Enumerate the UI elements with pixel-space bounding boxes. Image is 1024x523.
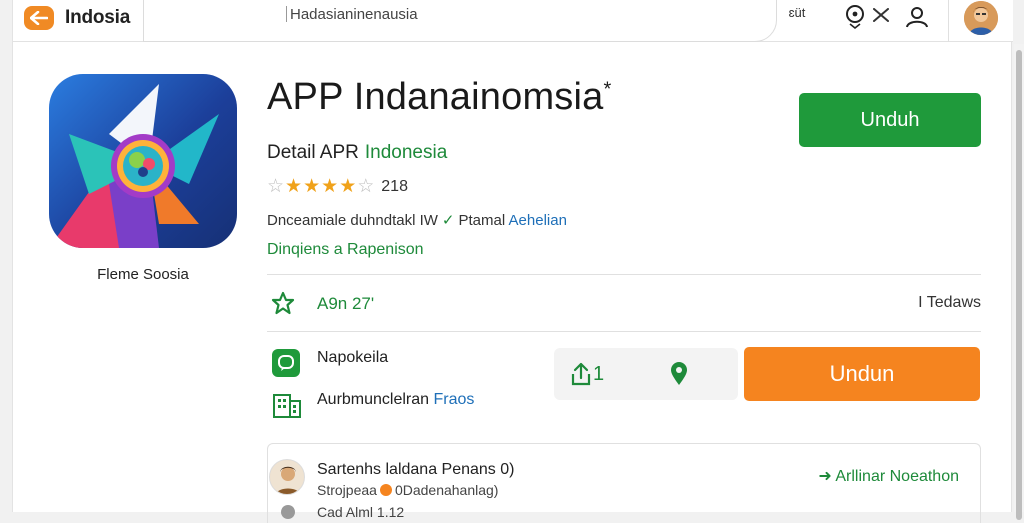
search-icon[interactable] [843, 4, 869, 30]
share-button[interactable]: 1 [570, 360, 610, 388]
app-title: APP Indanainomsia* [267, 76, 611, 119]
check-icon: ✓ [441, 212, 455, 229]
install-button[interactable]: Unduh [799, 93, 981, 147]
download-button[interactable]: Undun [744, 347, 980, 401]
permissions-link[interactable]: Dinqiens a Rapenison [267, 241, 424, 259]
action-group: 1 [554, 348, 738, 400]
detail-label: Detail APR [267, 142, 359, 163]
share-count: 1 [593, 362, 605, 385]
logo-arrow-icon [30, 11, 48, 25]
chat-icon [272, 349, 300, 377]
star-empty-icon: ☆ [357, 176, 375, 197]
star-icon: ★ [321, 176, 339, 197]
next-review-peek: Cad Alml 1.12 [317, 504, 405, 520]
user-icon[interactable] [904, 4, 930, 30]
feature-label: Aurbmunclelran Fraos [317, 391, 474, 409]
feature-text: Aurbmunclelran [317, 391, 430, 408]
clear-icon[interactable] [870, 5, 892, 25]
scrollbar-thumb[interactable] [1016, 50, 1022, 520]
detail-line: Detail APR Indonesia [267, 142, 447, 164]
brand-name[interactable]: Indosia [65, 7, 130, 29]
reviewer-name: Sartenhs laldana Penans 0) [317, 461, 515, 478]
header-divider [948, 0, 949, 42]
meta-line: Dnceamiale duhndtakl IW ✓ Ptamal Aehelian [267, 211, 567, 229]
badge-dot-icon [379, 484, 392, 496]
star-icon: ★ [339, 176, 357, 197]
app-icon[interactable] [49, 74, 237, 248]
app-title-text: APP Indanainomsia [267, 76, 604, 118]
scrollbar[interactable] [1014, 44, 1024, 520]
share-icon [571, 362, 591, 386]
downloads-label: I Tedaws [918, 294, 981, 311]
title-mark: * [603, 78, 612, 101]
detail-link[interactable]: Indonesia [365, 142, 447, 163]
review-meta-prefix: Strojpeaa [317, 482, 377, 498]
building-icon [272, 391, 302, 419]
rating-count: 218 [381, 178, 408, 195]
logo-icon[interactable] [24, 6, 54, 30]
location-icon[interactable] [666, 360, 692, 388]
search-cursor [286, 6, 287, 22]
review-action-label: Arllinar Noeathon [835, 468, 959, 485]
app-version: A9n 27' [317, 294, 375, 313]
search-input[interactable]: Hadasianinenausia [143, 0, 889, 42]
top-bar: Indosia Hadasianinenausia ɛüt [13, 0, 1013, 42]
review-meta: Strojpeaa 0Dadenahanlag) [317, 482, 498, 498]
divider [267, 274, 981, 275]
star-icon: ★ [303, 176, 321, 197]
arrow-icon: ➜ [818, 468, 832, 485]
review-action[interactable]: ➜ Arllinar Noeathon [818, 466, 959, 486]
feature-link[interactable]: Fraos [434, 391, 475, 408]
app-store-page: Indosia Hadasianinenausia ɛüt Fleme Soos… [12, 0, 1024, 523]
meta-text: Dnceamiale duhndtakl IW [267, 212, 438, 229]
feature-label: Napokeila [317, 349, 389, 366]
language-selector[interactable]: ɛüt [787, 6, 807, 19]
star-outline-icon [271, 291, 295, 315]
meta-link[interactable]: Aehelian [509, 212, 567, 229]
search-query[interactable]: Hadasianinenausia [290, 6, 418, 23]
app-developer-caption: Fleme Soosia [97, 266, 189, 283]
reviewer-avatar[interactable] [269, 459, 305, 495]
star-empty-icon: ☆ [267, 176, 285, 197]
meta-plain: Ptamal [458, 212, 506, 229]
divider [267, 331, 981, 332]
review-meta-suffix: 0Dadenahanlag) [394, 482, 499, 498]
next-reviewer-avatar [281, 505, 295, 519]
star-icon: ★ [285, 176, 303, 197]
avatar[interactable] [964, 1, 998, 35]
rating: ☆ ★ ★ ★ ★ ☆ 218 [267, 177, 408, 197]
